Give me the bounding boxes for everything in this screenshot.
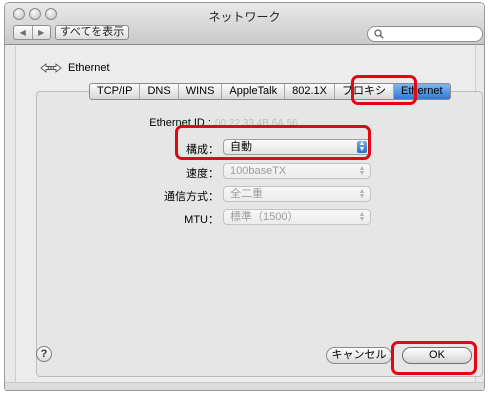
ethernet-arrows-icon	[40, 63, 62, 73]
popup-arrows-icon: ▲ ▼	[358, 165, 366, 177]
settings-panel: Ethernet ID : 00.22.33.4B.6A.56 構成： 自動 ▲…	[36, 91, 483, 377]
ethernet-id-label: Ethernet ID :	[149, 117, 211, 129]
title-bar: ネットワーク ◀ ▶ すべてを表示	[5, 3, 484, 45]
tab-ethernet[interactable]: Ethernet	[394, 84, 450, 99]
tab-8021x[interactable]: 802.1X	[285, 84, 335, 99]
duplex-value: 全二重	[230, 188, 263, 200]
tab-wins[interactable]: WINS	[179, 84, 223, 99]
config-label: 構成：	[186, 144, 219, 156]
tab-dns[interactable]: DNS	[140, 84, 179, 99]
service-name: Ethernet	[68, 62, 110, 74]
cancel-button[interactable]: キャンセル	[326, 347, 392, 364]
popup-arrows-icon: ▲ ▼	[357, 140, 367, 153]
tab-appletalk[interactable]: AppleTalk	[222, 84, 286, 99]
chevron-left-icon[interactable]: ◀	[14, 26, 32, 39]
chevron-right-icon[interactable]: ▶	[31, 26, 51, 39]
network-sheet: Ethernet Ethernet ID : 00.22.33.4B.6A.56…	[15, 46, 483, 384]
tab-tcpip[interactable]: TCP/IP	[90, 84, 141, 99]
config-popup[interactable]: 自動 ▲ ▼	[223, 139, 371, 155]
network-preferences-window: ネットワーク ◀ ▶ すべてを表示 Ethernet Ethernet ID:…	[4, 2, 485, 391]
ok-button[interactable]: OK	[402, 347, 472, 364]
mtu-label: MTU：	[184, 214, 219, 226]
speed-popup[interactable]: 100baseTX ▲ ▼	[223, 163, 371, 179]
service-header: Ethernet	[40, 62, 110, 74]
popup-arrows-icon: ▲ ▼	[358, 188, 366, 200]
show-all-button[interactable]: すべてを表示	[55, 25, 129, 40]
tab-proxy[interactable]: プロキシ	[335, 84, 394, 99]
duplex-label: 通信方式：	[164, 191, 219, 203]
duplex-popup[interactable]: 全二重 ▲ ▼	[223, 186, 371, 202]
config-value: 自動	[230, 141, 252, 153]
search-icon	[374, 29, 384, 39]
preferences-content: Ethernet Ethernet ID : 00.22.33.4B.6A.56…	[5, 46, 484, 390]
mtu-value: 標準（1500）	[230, 211, 299, 223]
popup-arrows-icon: ▲ ▼	[358, 211, 366, 223]
ethernet-id-value-faint: 00.22.33.4B.6A.56	[215, 118, 298, 129]
window-title: ネットワーク	[208, 10, 281, 24]
back-forward-control[interactable]: ◀ ▶	[13, 25, 51, 40]
speed-value: 100baseTX	[230, 165, 287, 177]
mtu-popup[interactable]: 標準（1500） ▲ ▼	[223, 209, 371, 225]
settings-tab-bar: TCP/IP DNS WINS AppleTalk 802.1X プロキシ Et…	[89, 83, 451, 100]
window-bottom-bar	[5, 382, 484, 390]
search-field[interactable]	[367, 26, 483, 42]
speed-label: 速度：	[186, 168, 219, 180]
help-button[interactable]: ?	[36, 346, 52, 362]
